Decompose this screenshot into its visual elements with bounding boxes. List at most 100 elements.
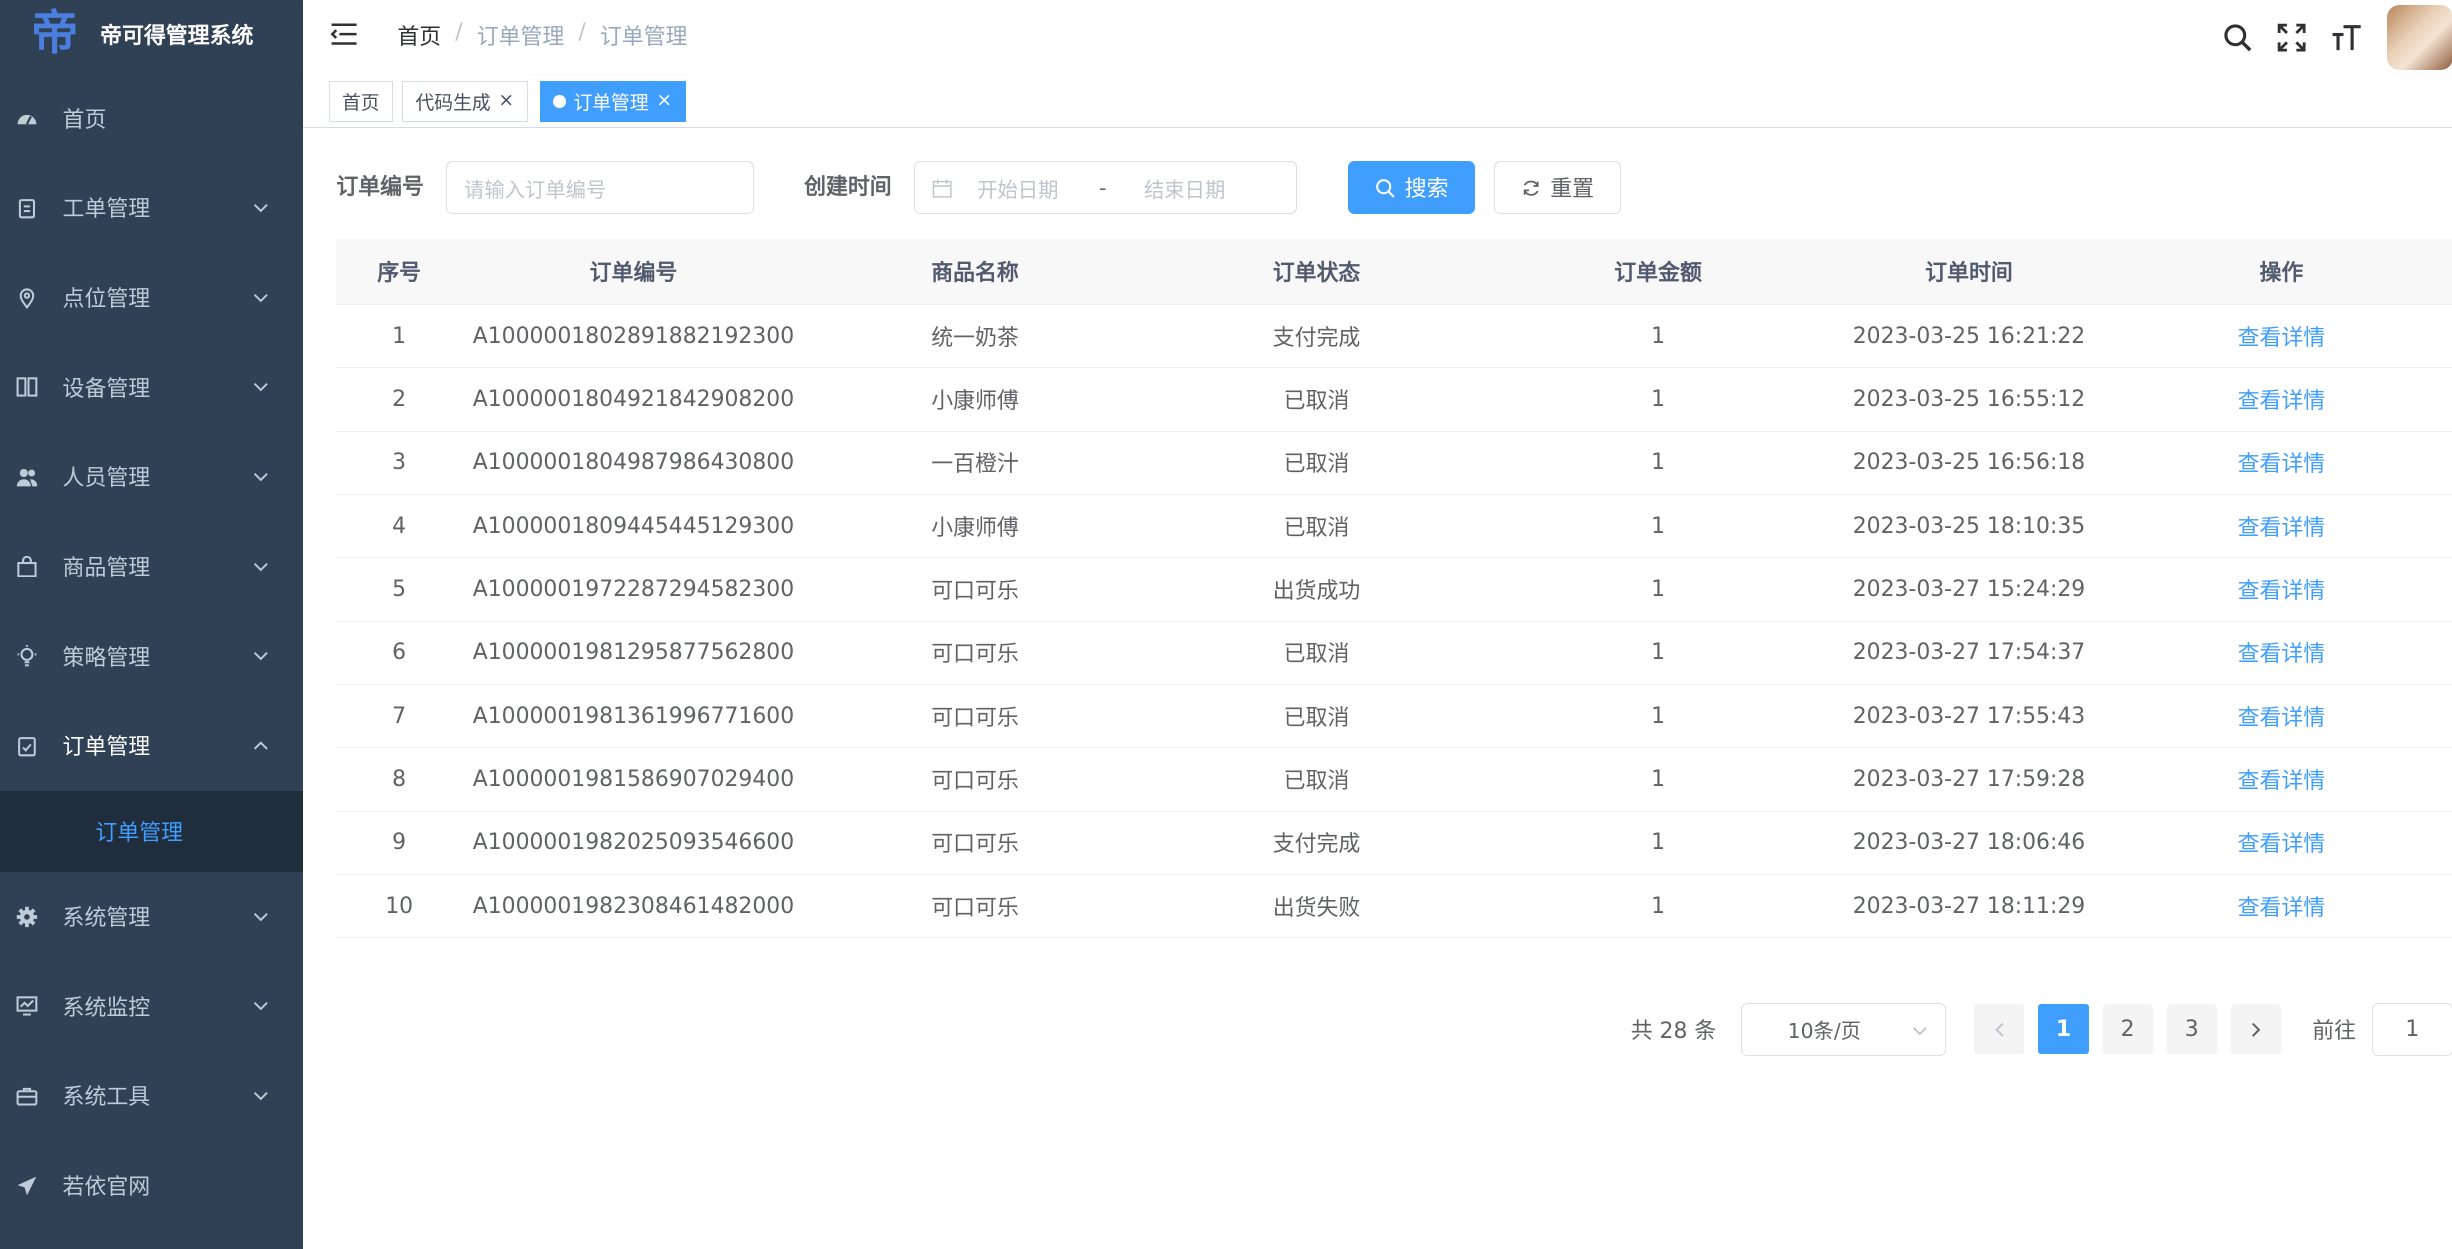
breadcrumb-home[interactable]: 首页 (397, 20, 441, 51)
table-cell: 5 (392, 577, 407, 603)
sidebar-item-label: 系统管理 (62, 906, 151, 932)
table-cell: 2023-03-27 17:55:43 (1852, 703, 2086, 729)
tag-order-management[interactable]: 订单管理 × (539, 81, 686, 122)
chevron-down-icon (254, 912, 269, 922)
tag-label: 订单管理 (573, 93, 649, 115)
sidebar-item-label: 工单管理 (62, 197, 151, 223)
sidebar-item[interactable]: 系统工具 (0, 1051, 303, 1141)
table-cell: A1000001981295877562800 (472, 640, 795, 666)
fullscreen-icon[interactable] (2275, 20, 2309, 54)
start-date-placeholder[interactable]: 开始日期 (977, 173, 1058, 203)
sidebar-item[interactable]: 首页 (0, 74, 303, 164)
table-cell: 2023-03-25 16:55:12 (1852, 387, 2086, 413)
font-size-icon[interactable] (2329, 20, 2363, 54)
table-cell: A1000001804987986430800 (472, 450, 795, 476)
avatar[interactable] (2387, 4, 2452, 71)
goto-page-input[interactable]: 1 (2371, 1002, 2452, 1056)
table-cell: 已取消 (1283, 389, 1350, 415)
breadcrumb-separator: / (578, 20, 586, 46)
device-icon (16, 376, 38, 398)
chevron-down-icon (254, 562, 269, 571)
view-details-link[interactable]: 查看详情 (2110, 447, 2452, 478)
date-range-picker[interactable]: 开始日期 - 结束日期 (913, 161, 1297, 215)
table-cell: 2023-03-25 16:56:18 (1852, 450, 2086, 476)
table-cell: 可口可乐 (931, 579, 1019, 605)
chevron-down-icon (254, 473, 269, 482)
order-table: 序号 订单编号 商品名称 订单状态 订单金额 订单时间 操作 1 A1000001802891… (336, 239, 2452, 939)
sidebar-item-label: 订单管理 (62, 735, 151, 761)
table-cell: 支付完成 (1272, 325, 1361, 351)
dashboard-icon (16, 107, 38, 129)
sidebar-item[interactable]: 设备管理 (0, 342, 303, 432)
table-body: 1 A1000001802891882192300 统一奶茶 支付完成 1 2023-03… (336, 305, 2452, 939)
table-row: 5 A1000001972287294582300 可口可乐 出货成功 1 2023-03… (336, 558, 2452, 622)
reset-button[interactable]: 重置 (1493, 161, 1621, 215)
sidebar-item[interactable]: 系统管理 (0, 872, 303, 962)
table-cell: 可口可乐 (931, 642, 1019, 668)
view-details-link[interactable]: 查看详情 (2110, 637, 2452, 668)
table-cell: 2023-03-27 18:11:29 (1852, 893, 2086, 919)
sidebar-item[interactable]: 工单管理 (0, 163, 303, 253)
table-cell: 已取消 (1283, 515, 1350, 541)
sidebar-item[interactable]: 策略管理 (0, 611, 303, 701)
close-icon[interactable]: × (656, 91, 672, 111)
sidebar-item-label: 系统工具 (62, 1085, 151, 1111)
sidebar-item[interactable]: 点位管理 (0, 253, 303, 343)
sidebar-item-label: 人员管理 (62, 466, 151, 492)
page-2-button[interactable]: 2 (2102, 1004, 2153, 1055)
table-cell: 1 (1651, 577, 1666, 603)
table-cell: 1 (392, 323, 407, 349)
header-right-menu (2220, 0, 2452, 75)
sidebar-item[interactable]: 系统监控 (0, 961, 303, 1051)
search-button[interactable]: 搜索 (1348, 161, 1476, 215)
table-cell: 2023-03-27 15:24:29 (1852, 577, 2086, 603)
pagination: 共 28 条 10条/页 1 2 3 前往 1 (1631, 1002, 2452, 1056)
breadcrumb-order-parent: 订单管理 (476, 25, 565, 51)
sidebar-item[interactable]: 若依官网 (0, 1141, 303, 1231)
page-1-button[interactable]: 1 (2038, 1004, 2089, 1055)
page-3-button[interactable]: 3 (2166, 1004, 2217, 1055)
order-no-input[interactable]: 请输入订单编号 (445, 161, 754, 215)
submenu-item-order-management[interactable]: 订单管理 (0, 790, 304, 872)
table-row: 2 A1000001804921842908200 小康师傅 已取消 1 2023-03-… (336, 368, 2452, 432)
order-icon (16, 735, 38, 757)
sidebar-item-label: 首页 (62, 107, 107, 133)
chevron-up-icon (254, 741, 269, 750)
close-icon[interactable]: × (498, 91, 514, 111)
sidebar-item[interactable]: 人员管理 (0, 432, 303, 522)
table-cell: 出货失败 (1272, 895, 1361, 921)
table-cell: 2023-03-27 17:54:37 (1852, 640, 2086, 666)
view-details-link[interactable]: 查看详情 (2110, 701, 2452, 732)
tag-code-gen[interactable]: 代码生成 × (402, 81, 528, 122)
sidebar: 帝 帝可得管理系统 首页工单管理点位管理 设备管理人员管理商品管理策略管理订单管理… (0, 0, 304, 1249)
table-cell: A1000001809445445129300 (472, 513, 795, 539)
app-title: 帝可得管理系统 (100, 23, 254, 49)
created-time-label: 创建时间 (804, 175, 892, 201)
search-icon[interactable] (2220, 20, 2254, 54)
page-size-select[interactable]: 10条/页 (1741, 1002, 1947, 1056)
view-details-link[interactable]: 查看详情 (2110, 764, 2452, 795)
end-date-placeholder[interactable]: 结束日期 (1144, 173, 1225, 203)
next-page-button[interactable] (2230, 1004, 2281, 1055)
prev-page-button[interactable] (1974, 1004, 2025, 1055)
view-details-link[interactable]: 查看详情 (2110, 891, 2452, 922)
view-details-link[interactable]: 查看详情 (2110, 827, 2452, 858)
view-details-link[interactable]: 查看详情 (2110, 574, 2452, 605)
breadcrumb-separator: / (455, 20, 463, 46)
sidebar-item-label: 若依官网 (62, 1175, 151, 1201)
table-cell: 1 (1651, 767, 1666, 793)
tag-home[interactable]: 首页 (328, 81, 394, 122)
table-cell: 2 (392, 387, 407, 413)
table-cell: 统一奶茶 (931, 325, 1019, 351)
hamburger-icon[interactable] (330, 20, 358, 48)
view-details-link[interactable]: 查看详情 (2110, 321, 2452, 352)
view-details-link[interactable]: 查看详情 (2110, 384, 2452, 415)
view-details-link[interactable]: 查看详情 (2110, 511, 2452, 542)
logo[interactable]: 帝 帝可得管理系统 (0, 0, 303, 69)
sidebar-item[interactable]: 订单管理 (0, 701, 303, 791)
table-cell: 1 (1651, 703, 1666, 729)
sidebar-item[interactable]: 商品管理 (0, 522, 303, 612)
table-row: 1 A1000001802891882192300 统一奶茶 支付完成 1 2023-03… (336, 305, 2452, 369)
sidebar-item-label: 策略管理 (62, 645, 151, 671)
table-cell: 7 (392, 703, 407, 729)
